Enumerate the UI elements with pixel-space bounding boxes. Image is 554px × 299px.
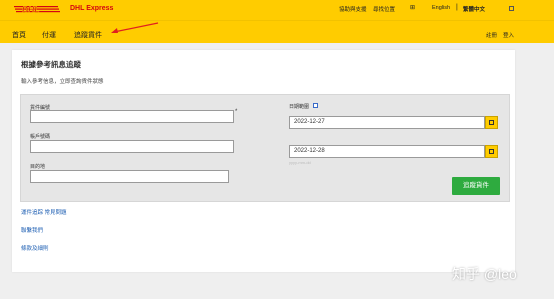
tracking-form: 貨件編號 * 帳戶號碼 目的地 日期範圍 2022-12-27 2022-12-… [20, 94, 510, 202]
lang-separator: | [456, 4, 458, 11]
destination-label: 目的地 [30, 164, 46, 170]
contact-link[interactable]: 聯繫我們 [21, 226, 43, 234]
reference-input[interactable] [30, 110, 234, 123]
nav-register[interactable]: 註冊 [486, 31, 497, 39]
tracking-card: 根據參考訊息追蹤 輸入參考信息，立即查詢貨件狀態 貨件編號 * 帳戶號碼 目的地… [12, 50, 515, 272]
required-marker: * [235, 109, 238, 115]
lang-english[interactable]: English [432, 5, 450, 11]
track-shipment-button[interactable]: 追蹤貨件 [452, 177, 500, 195]
nav-track[interactable]: 追蹤貨件 [74, 30, 102, 40]
page-title: 根據參考訊息追蹤 [21, 60, 81, 69]
annotation-arrow-icon [111, 22, 159, 33]
svg-text:DHL: DHL [22, 5, 39, 15]
account-input[interactable] [30, 140, 234, 153]
destination-input[interactable] [30, 170, 229, 183]
find-location-link[interactable]: 尋找位置 [373, 5, 395, 13]
page-subtitle: 輸入參考信息，立即查詢貨件狀態 [21, 79, 104, 85]
brand-name: DHL Express [70, 5, 114, 12]
date-range-checkbox[interactable] [313, 103, 318, 108]
date-format-hint: yyyy-mm-dd [289, 160, 311, 165]
watermark-text: 知乎 @leo [452, 266, 517, 282]
menu-icon[interactable] [509, 6, 514, 11]
date-to-input[interactable]: 2022-12-28 [289, 145, 485, 158]
terms-link[interactable]: 條款及細則 [21, 244, 49, 252]
date-from-input[interactable]: 2022-12-27 [289, 116, 485, 129]
lang-chinese[interactable]: 繁體中文 [463, 5, 485, 13]
nav-home[interactable]: 首頁 [12, 30, 26, 40]
nav-login[interactable]: 登入 [503, 31, 514, 39]
user-icon[interactable]: ⊞ [410, 4, 415, 11]
account-label: 帳戶號碼 [30, 134, 51, 140]
faq-link[interactable]: 運件追踪 常見問題 [21, 208, 67, 216]
dhl-logo[interactable]: DHL [14, 4, 60, 15]
calendar-from-icon[interactable] [485, 116, 498, 129]
calendar-to-icon[interactable] [485, 145, 498, 158]
main-nav: 首頁 付運 追蹤貨件 註冊 登入 [0, 20, 554, 43]
nav-ship[interactable]: 付運 [42, 30, 56, 40]
top-bar: DHL DHL Express 協助與支援 尋找位置 ⊞ English | 繁… [0, 0, 554, 20]
date-range-label: 日期範圍 [289, 104, 310, 110]
help-support-link[interactable]: 協助與支援 [339, 5, 367, 13]
